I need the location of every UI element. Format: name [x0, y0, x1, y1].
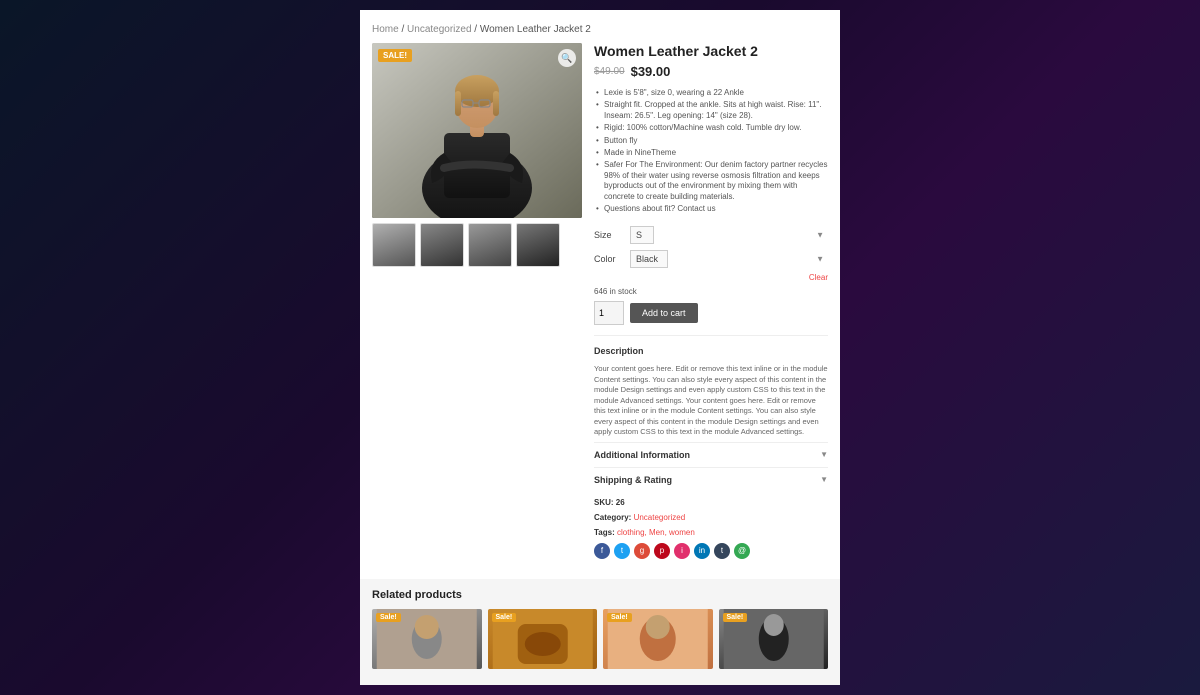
product-main: SALE! 🔍 Women Leather Jacket 2 $49.00 $3…	[372, 43, 828, 559]
twitter-icon[interactable]: t	[614, 543, 630, 559]
bullet-2: Straight fit. Cropped at the ankle. Sits…	[594, 99, 828, 122]
category-value[interactable]: Uncategorized	[634, 513, 686, 522]
shipping-toggle[interactable]: Shipping & Rating ▼	[594, 471, 828, 489]
related-item-4[interactable]: Sale!	[719, 609, 829, 669]
additional-info-toggle[interactable]: Additional Information ▼	[594, 446, 828, 464]
size-select[interactable]: S M L XL	[630, 226, 654, 244]
tumblr-icon[interactable]: t	[714, 543, 730, 559]
thumbnail-2[interactable]	[420, 223, 464, 267]
color-row: Color Black Brown Red ▼	[594, 249, 828, 268]
bullet-3: Rigid: 100% cotton/Machine wash cold. Tu…	[594, 122, 828, 134]
bullet-7: Questions about fit? Contact us	[594, 203, 828, 215]
color-select[interactable]: Black Brown Red	[630, 250, 668, 268]
description-toggle[interactable]: Description	[594, 342, 828, 360]
size-select-arrow: ▼	[816, 230, 824, 239]
tags-value[interactable]: clothing, Men, women	[617, 528, 695, 537]
related-item-3[interactable]: Sale!	[603, 609, 713, 669]
product-bullets: Lexie is 5'8", size 0, wearing a 22 Ankl…	[594, 87, 828, 215]
main-product-image: SALE! 🔍	[372, 43, 582, 218]
qty-cart-row: Add to cart	[594, 301, 828, 325]
shipping-title: Shipping & Rating	[594, 475, 672, 485]
facebook-icon[interactable]: f	[594, 543, 610, 559]
google-plus-icon[interactable]: g	[634, 543, 650, 559]
category-label: Category:	[594, 513, 631, 522]
pinterest-icon[interactable]: p	[654, 543, 670, 559]
sku-label: SKU:	[594, 498, 614, 507]
bullet-4: Button fly	[594, 135, 828, 147]
related-sale-3: Sale!	[607, 613, 632, 622]
related-image-4: Sale!	[719, 609, 829, 669]
shipping-chevron-icon: ▼	[820, 475, 828, 484]
size-select-wrapper: S M L XL ▼	[630, 225, 828, 244]
product-images: SALE! 🔍	[372, 43, 582, 559]
main-image-figure	[372, 43, 582, 218]
zoom-icon[interactable]: 🔍	[558, 49, 576, 67]
description-title: Description	[594, 346, 644, 356]
description-text: Your content goes here. Edit or remove t…	[594, 360, 828, 442]
description-section: Description Your content goes here. Edit…	[594, 335, 828, 442]
new-price: $39.00	[631, 64, 671, 79]
category-row: Category: Uncategorized	[594, 513, 828, 522]
thumbnail-1[interactable]	[372, 223, 416, 267]
sale-badge: SALE!	[378, 49, 412, 62]
quantity-input[interactable]	[594, 301, 624, 325]
price-row: $49.00 $39.00	[594, 64, 828, 79]
additional-info-title: Additional Information	[594, 450, 690, 460]
color-label: Color	[594, 254, 624, 264]
related-item-1[interactable]: Sale!	[372, 609, 482, 669]
inner-page: Home / Uncategorized / Women Leather Jac…	[360, 10, 840, 579]
size-label: Size	[594, 230, 624, 240]
bullet-6: Safer For The Environment: Our denim fac…	[594, 159, 828, 203]
color-select-wrapper: Black Brown Red ▼	[630, 249, 828, 268]
old-price: $49.00	[594, 66, 625, 77]
related-products-section: Related products Sale! Sale!	[360, 579, 840, 679]
related-grid: Sale! Sale!	[372, 609, 828, 669]
related-sale-2: Sale!	[492, 613, 517, 622]
related-image-2: Sale!	[488, 609, 598, 669]
add-to-cart-button[interactable]: Add to cart	[630, 303, 698, 323]
bullet-1: Lexie is 5'8", size 0, wearing a 22 Ankl…	[594, 87, 828, 99]
page-wrapper: Home / Uncategorized / Women Leather Jac…	[360, 10, 840, 685]
thumbnail-3[interactable]	[468, 223, 512, 267]
tags-row: Tags: clothing, Men, women	[594, 528, 828, 537]
related-sale-4: Sale!	[723, 613, 748, 622]
product-photo-svg	[372, 43, 582, 218]
breadcrumb-uncategorized[interactable]: Uncategorized	[407, 24, 471, 35]
bullet-5: Made in NineTheme	[594, 147, 828, 159]
email-icon[interactable]: @	[734, 543, 750, 559]
thumbnail-4[interactable]	[516, 223, 560, 267]
linkedin-icon[interactable]: in	[694, 543, 710, 559]
size-row: Size S M L XL ▼	[594, 225, 828, 244]
stock-status: 646 in stock	[594, 287, 828, 296]
related-item-2[interactable]: Sale!	[488, 609, 598, 669]
shipping-section: Shipping & Rating ▼	[594, 467, 828, 492]
sku-row: SKU: 26	[594, 498, 828, 507]
related-image-3: Sale!	[603, 609, 713, 669]
related-image-1: Sale!	[372, 609, 482, 669]
sku-value: 26	[616, 498, 625, 507]
related-sale-1: Sale!	[376, 613, 401, 622]
breadcrumb: Home / Uncategorized / Women Leather Jac…	[372, 20, 828, 35]
product-title: Women Leather Jacket 2	[594, 43, 828, 59]
clear-link[interactable]: Clear	[594, 273, 828, 282]
social-icons: f t g p i in t @	[594, 543, 828, 559]
related-title: Related products	[372, 589, 828, 601]
breadcrumb-home[interactable]: Home	[372, 24, 399, 35]
additional-info-section: Additional Information ▼	[594, 442, 828, 467]
breadcrumb-current: Women Leather Jacket 2	[480, 24, 591, 35]
tags-label: Tags:	[594, 528, 615, 537]
thumbnails	[372, 223, 582, 267]
instagram-icon[interactable]: i	[674, 543, 690, 559]
color-select-arrow: ▼	[816, 254, 824, 263]
chevron-down-icon: ▼	[820, 450, 828, 459]
product-info: Women Leather Jacket 2 $49.00 $39.00 Lex…	[594, 43, 828, 559]
